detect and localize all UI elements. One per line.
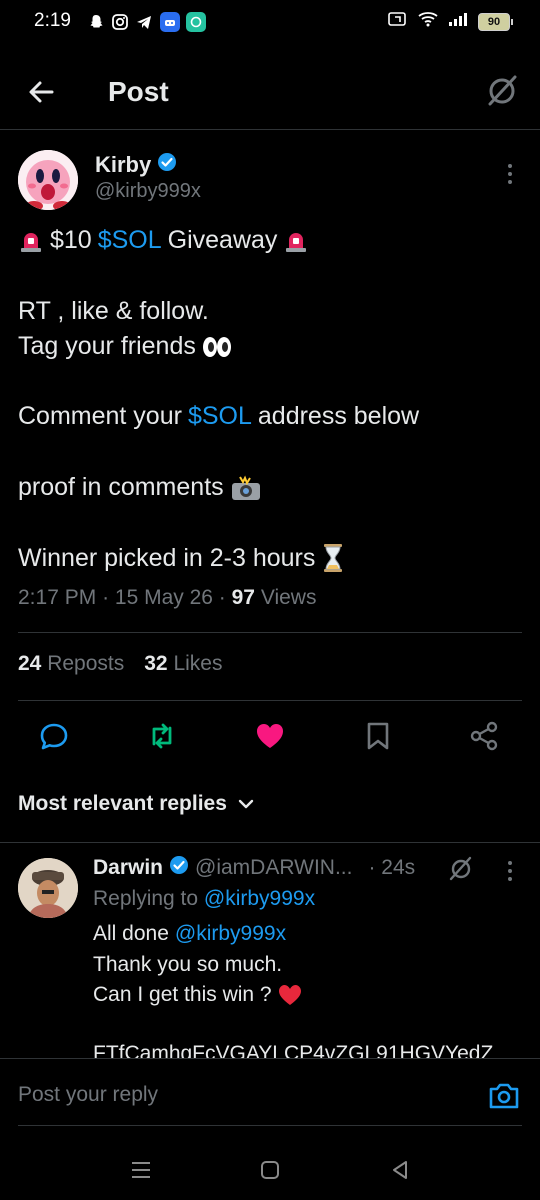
share-icon[interactable] [468, 720, 500, 752]
post-text: address below [257, 402, 420, 430]
post-text: Winner picked in 2-3 hours [18, 543, 316, 572]
likes-label: Likes [173, 652, 223, 675]
more-options-icon[interactable] [502, 858, 518, 884]
reply-avatar[interactable] [18, 858, 78, 918]
reply-line-2: Thank you so much. [93, 953, 282, 977]
reply-icon[interactable] [38, 720, 70, 752]
red-heart-emoji-icon [278, 984, 302, 1006]
post-line-6: Winner picked in 2-3 hours [18, 543, 345, 573]
like-icon[interactable] [254, 720, 286, 752]
bookmark-icon[interactable] [362, 720, 394, 752]
verified-badge-icon [157, 152, 177, 178]
divider [18, 632, 522, 633]
replying-to-handle-link[interactable]: @kirby999x [204, 887, 315, 910]
post-metadata: 2:17 PM · 15 May 26 · 97 Views [18, 586, 317, 609]
chat-app-icon [186, 12, 206, 32]
reply-composer: Post your reply [0, 1058, 540, 1128]
verified-badge-icon [169, 855, 189, 881]
system-nav-bar [0, 1140, 540, 1200]
likes-count: 32 [144, 652, 168, 675]
home-icon[interactable] [256, 1156, 284, 1184]
post-text: Comment your [18, 402, 182, 430]
reposts-stat[interactable]: 24 Reposts [18, 652, 124, 676]
reply-text: All done [93, 922, 169, 945]
post-text: $10 [50, 226, 92, 254]
repost-icon[interactable] [146, 720, 178, 752]
replying-to-label: Replying to [93, 887, 199, 910]
reply-timestamp: · 24s [368, 856, 416, 879]
author-avatar[interactable] [18, 150, 78, 210]
eyes-emoji-icon [202, 335, 232, 359]
recents-menu-icon[interactable] [127, 1156, 155, 1184]
camera-flash-emoji-icon [230, 474, 262, 502]
reposts-label: Reposts [47, 652, 125, 675]
app-icon [160, 12, 180, 32]
likes-stat[interactable]: 32 Likes [144, 652, 222, 676]
input-underline [18, 1125, 522, 1126]
reply-line-3: Can I get this win ? [93, 983, 302, 1007]
post-line-5: proof in comments [18, 473, 262, 502]
top-app-bar: Post [0, 60, 540, 130]
page-title: Post [108, 76, 169, 107]
status-bar: 2:19 90 [0, 0, 540, 48]
divider [18, 700, 522, 701]
hourglass-emoji-icon [321, 543, 345, 573]
replies-sort-label: Most relevant replies [18, 792, 227, 815]
post-text: RT , like & follow. [18, 297, 209, 325]
back-arrow-icon[interactable] [24, 74, 60, 110]
instagram-icon [110, 12, 130, 32]
reply-line-1: All done @kirby999x [93, 922, 286, 946]
signal-icon [448, 11, 468, 32]
camera-icon[interactable] [488, 1081, 520, 1111]
post-action-bar [0, 712, 540, 760]
views-count[interactable]: 97 [232, 586, 255, 609]
reply-input[interactable]: Post your reply [18, 1083, 158, 1107]
siren-emoji-icon [283, 228, 309, 254]
divider [0, 842, 540, 843]
battery-icon: 90 [478, 12, 513, 31]
reply-header: Darwin @iamDARWIN... · 24s [93, 855, 415, 881]
back-triangle-icon[interactable] [386, 1156, 414, 1184]
post-line-4: Comment your $SOL address below [18, 402, 419, 431]
cashtag-link[interactable]: $SOL [188, 402, 252, 431]
post-time: 2:17 PM [18, 586, 97, 609]
reply-text: Can I get this win ? [93, 983, 272, 1006]
views-label[interactable]: Views [261, 586, 317, 609]
grok-icon[interactable] [448, 855, 474, 881]
replying-to: Replying to @kirby999x [93, 887, 315, 911]
snapchat-icon [86, 12, 106, 32]
engagement-stats: 24 Reposts 32 Likes [18, 652, 222, 676]
grok-icon[interactable] [484, 72, 520, 108]
reply-author-name[interactable]: Darwin [93, 856, 163, 880]
post-line-2: RT , like & follow. [18, 297, 209, 326]
author-name-row[interactable]: Kirby [95, 152, 177, 178]
author-name[interactable]: Kirby [95, 152, 151, 178]
mention-link[interactable]: @kirby999x [175, 922, 286, 946]
cashtag-link[interactable]: $SOL [98, 226, 162, 255]
siren-emoji-icon [18, 228, 44, 254]
chevron-down-icon [237, 792, 255, 816]
author-handle[interactable]: @kirby999x [95, 180, 201, 203]
post-text: proof in comments [18, 473, 224, 501]
reposts-count: 24 [18, 652, 42, 675]
more-options-icon[interactable] [500, 160, 520, 188]
reply-text: Thank you so much. [93, 953, 283, 976]
reply-author-handle[interactable]: @iamDARWIN... [195, 856, 352, 880]
post-text: Tag your friends [18, 332, 196, 360]
status-time: 2:19 [34, 10, 71, 31]
post-line-3: Tag your friends [18, 332, 232, 361]
post-date: 15 May 26 [114, 586, 213, 609]
post-text: Giveaway [167, 226, 278, 254]
replies-sort-dropdown[interactable]: Most relevant replies [18, 792, 255, 816]
wifi-icon [418, 11, 438, 32]
screen-record-icon [388, 11, 408, 32]
post-line-1: $10 $SOL Giveaway [18, 226, 309, 255]
telegram-icon [134, 12, 154, 32]
